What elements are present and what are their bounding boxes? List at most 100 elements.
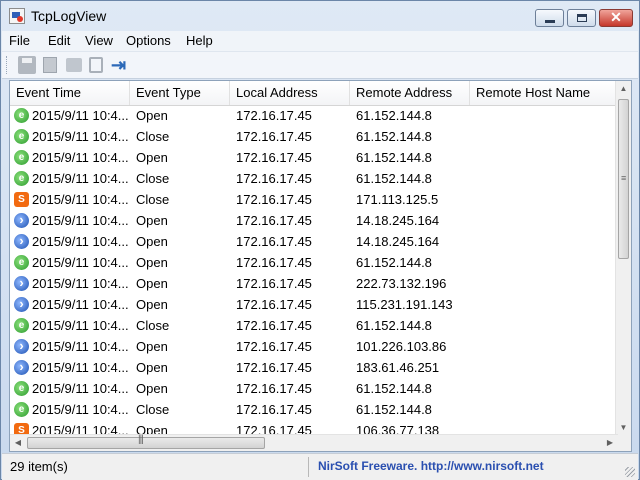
remote-address-cell: 61.152.144.8 xyxy=(356,381,432,396)
minimize-button[interactable] xyxy=(535,9,564,27)
local-address-cell: 172.16.17.45 xyxy=(236,213,312,228)
event-time-cell: 2015/9/11 10:4... xyxy=(32,255,129,270)
menu-help[interactable]: Help xyxy=(186,33,213,48)
local-address-cell: 172.16.17.45 xyxy=(236,381,312,396)
local-address-cell: 172.16.17.45 xyxy=(236,423,312,435)
table-row[interactable]: 2015/9/11 10:4... Open 172.16.17.45 61.152.… xyxy=(10,105,618,126)
table-row[interactable]: 2015/9/11 10:4... Open 172.16.17.45 61.152.… xyxy=(10,252,618,273)
horizontal-scroll-thumb[interactable]: ||| xyxy=(27,434,265,449)
menu-bar: File Edit View Options Help xyxy=(2,31,638,51)
event-type-cell: Close xyxy=(136,171,170,186)
tcplogview-app-icon[interactable] xyxy=(9,8,25,24)
resize-grip-icon[interactable] xyxy=(625,467,635,477)
remote-address-cell: 183.61.46.251 xyxy=(356,360,440,375)
ie-icon xyxy=(14,171,29,186)
nirsoft-link[interactable]: NirSoft Freeware. http://www.nirsoft.net xyxy=(318,459,544,473)
event-type-cell: Open xyxy=(136,297,168,312)
properties-icon[interactable] xyxy=(66,58,82,72)
sogou-icon xyxy=(14,192,29,207)
title-bar[interactable]: TcpLogView ✕ xyxy=(1,1,639,31)
table-row[interactable]: 2015/9/11 10:4... Open 172.16.17.45 101.226… xyxy=(10,336,618,357)
scroll-up-icon[interactable]: ▲ xyxy=(616,81,631,97)
remote-address-cell: 14.18.245.164 xyxy=(356,213,440,228)
remote-address-cell: 106.36.77.138 xyxy=(356,423,440,435)
scroll-grip-icon: ||| xyxy=(138,434,144,445)
maximize-icon xyxy=(577,14,587,22)
vertical-scroll-thumb[interactable]: ≡ xyxy=(618,99,629,259)
table-row[interactable]: 2015/9/11 10:4... Open 172.16.17.45 222.73.… xyxy=(10,273,618,294)
event-time-cell: 2015/9/11 10:4... xyxy=(32,213,129,228)
item-count: 29 item(s) xyxy=(10,459,68,474)
table-row[interactable]: 2015/9/11 10:4... Close 172.16.17.45 61.152… xyxy=(10,315,618,336)
event-time-cell: 2015/9/11 10:4... xyxy=(32,318,129,333)
scroll-down-icon[interactable]: ▼ xyxy=(616,420,631,436)
blue-app-icon xyxy=(14,276,29,291)
remote-address-cell: 61.152.144.8 xyxy=(356,255,432,270)
remote-address-cell: 14.18.245.164 xyxy=(356,234,440,249)
toolbar-grip[interactable] xyxy=(6,56,9,74)
menu-file[interactable]: File xyxy=(9,33,30,48)
save-icon[interactable] xyxy=(18,56,36,74)
column-event-type[interactable]: Event Type xyxy=(130,81,230,105)
list-rows: 2015/9/11 10:4... Open 172.16.17.45 61.152.… xyxy=(10,105,618,435)
remote-address-cell: 61.152.144.8 xyxy=(356,150,432,165)
column-remote-address[interactable]: Remote Address xyxy=(350,81,470,105)
menu-view[interactable]: View xyxy=(85,33,113,48)
table-row[interactable]: 2015/9/11 10:4... Open 172.16.17.45 61.152.… xyxy=(10,147,618,168)
table-row[interactable]: 2015/9/11 10:4... Open 172.16.17.45 115.231… xyxy=(10,294,618,315)
find-icon[interactable] xyxy=(89,57,103,73)
table-row[interactable]: 2015/9/11 10:4... Open 172.16.17.45 61.152.… xyxy=(10,378,618,399)
table-row[interactable]: 2015/9/11 10:4... Open 172.16.17.45 14.18.2… xyxy=(10,210,618,231)
blue-app-icon xyxy=(14,297,29,312)
event-time-cell: 2015/9/11 10:4... xyxy=(32,129,129,144)
vertical-scrollbar[interactable]: ▲ ≡ ▼ xyxy=(615,81,631,436)
ie-icon xyxy=(14,381,29,396)
event-time-cell: 2015/9/11 10:4... xyxy=(32,402,129,417)
ie-icon xyxy=(14,318,29,333)
event-time-cell: 2015/9/11 10:4... xyxy=(32,276,129,291)
event-time-cell: 2015/9/11 10:4... xyxy=(32,108,129,123)
event-time-cell: 2015/9/11 10:4... xyxy=(32,171,129,186)
remote-address-cell: 61.152.144.8 xyxy=(356,318,432,333)
maximize-button[interactable] xyxy=(567,9,596,27)
local-address-cell: 172.16.17.45 xyxy=(236,318,312,333)
ie-icon xyxy=(14,150,29,165)
local-address-cell: 172.16.17.45 xyxy=(236,339,312,354)
menu-edit[interactable]: Edit xyxy=(48,33,70,48)
close-button[interactable]: ✕ xyxy=(599,9,633,27)
scroll-corner xyxy=(616,435,631,451)
table-row[interactable]: 2015/9/11 10:4... Close 172.16.17.45 61.152… xyxy=(10,126,618,147)
event-type-cell: Open xyxy=(136,150,168,165)
column-remote-host-name[interactable]: Remote Host Name xyxy=(470,81,618,105)
event-type-cell: Close xyxy=(136,192,170,207)
exit-icon[interactable]: ⇥ xyxy=(111,56,129,74)
column-local-address[interactable]: Local Address xyxy=(230,81,350,105)
table-row[interactable]: 2015/9/11 10:4... Close 172.16.17.45 61.152… xyxy=(10,168,618,189)
horizontal-scrollbar[interactable]: ◀ ||| ▶ xyxy=(10,434,618,451)
local-address-cell: 172.16.17.45 xyxy=(236,129,312,144)
table-row[interactable]: 2015/9/11 10:4... Close 172.16.17.45 171.11… xyxy=(10,189,618,210)
remote-address-cell: 115.231.191.143 xyxy=(356,297,453,312)
copy-icon[interactable] xyxy=(43,57,57,73)
event-type-cell: Open xyxy=(136,339,168,354)
table-row[interactable]: 2015/9/11 10:4... Close 172.16.17.45 61.152… xyxy=(10,399,618,420)
blue-app-icon xyxy=(14,213,29,228)
menu-options[interactable]: Options xyxy=(126,33,171,48)
event-type-cell: Open xyxy=(136,423,168,435)
remote-address-cell: 101.226.103.86 xyxy=(356,339,447,354)
scroll-left-icon[interactable]: ◀ xyxy=(10,435,26,451)
event-time-cell: 2015/9/11 10:4... xyxy=(32,150,129,165)
event-time-cell: 2015/9/11 10:4... xyxy=(32,423,129,435)
table-row[interactable]: 2015/9/11 10:4... Open 172.16.17.45 14.18.2… xyxy=(10,231,618,252)
log-list[interactable]: Event Time Event Type Local Address Remo… xyxy=(9,80,632,452)
table-row[interactable]: 2015/9/11 10:4... Open 172.16.17.45 106.36.… xyxy=(10,420,618,435)
event-type-cell: Open xyxy=(136,234,168,249)
event-type-cell: Close xyxy=(136,402,170,417)
local-address-cell: 172.16.17.45 xyxy=(236,276,312,291)
blue-app-icon xyxy=(14,234,29,249)
toolbar: ⇥ xyxy=(2,51,638,79)
column-event-time[interactable]: Event Time xyxy=(10,81,130,105)
list-header: Event Time Event Type Local Address Remo… xyxy=(10,81,618,106)
table-row[interactable]: 2015/9/11 10:4... Open 172.16.17.45 183.61.… xyxy=(10,357,618,378)
ie-icon xyxy=(14,402,29,417)
